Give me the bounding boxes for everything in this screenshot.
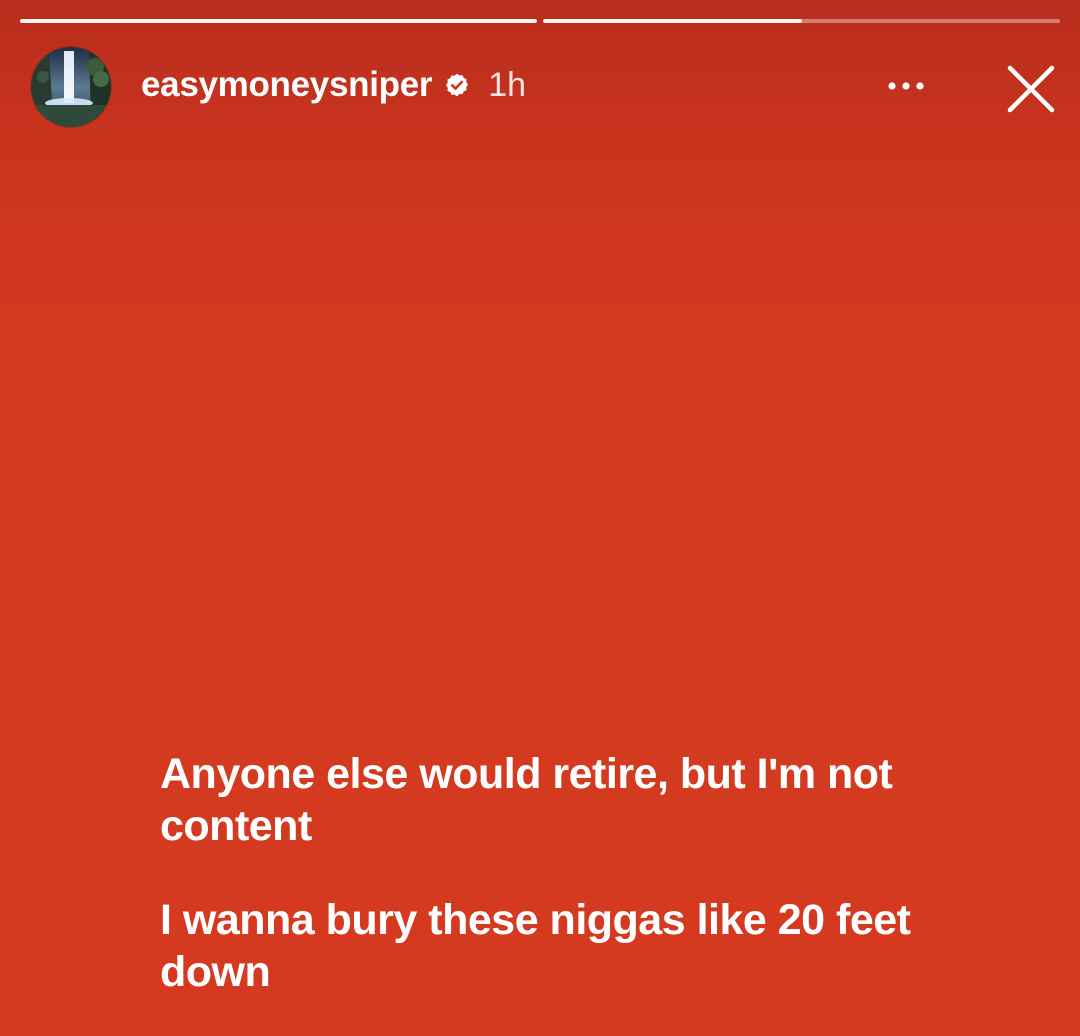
- verified-badge-icon: [444, 72, 470, 98]
- username[interactable]: easymoneysniper: [141, 65, 433, 105]
- avatar[interactable]: [31, 47, 111, 127]
- story-progress-bar: [20, 19, 1060, 25]
- progress-segment-2: [543, 19, 1060, 23]
- caption-line-2: I wanna bury these niggas like 20 feet d…: [160, 896, 911, 996]
- story-viewer[interactable]: easymoneysniper 1h Anyone else would ret: [0, 0, 1080, 1036]
- close-icon[interactable]: [1004, 62, 1058, 116]
- progress-segment-1: [20, 19, 537, 23]
- progress-fill-1: [20, 19, 537, 23]
- lyrics-caption: Anyone else would retire, but I'm not co…: [160, 748, 1010, 998]
- story-meta: easymoneysniper 1h: [141, 65, 526, 105]
- more-options-icon[interactable]: [882, 66, 930, 106]
- caption-line-1: Anyone else would retire, but I'm not co…: [160, 750, 893, 850]
- progress-fill-2: [543, 19, 802, 23]
- story-header: easymoneysniper 1h: [31, 46, 1060, 128]
- avatar-waterfall-image: [31, 47, 111, 127]
- post-time: 1h: [488, 65, 527, 104]
